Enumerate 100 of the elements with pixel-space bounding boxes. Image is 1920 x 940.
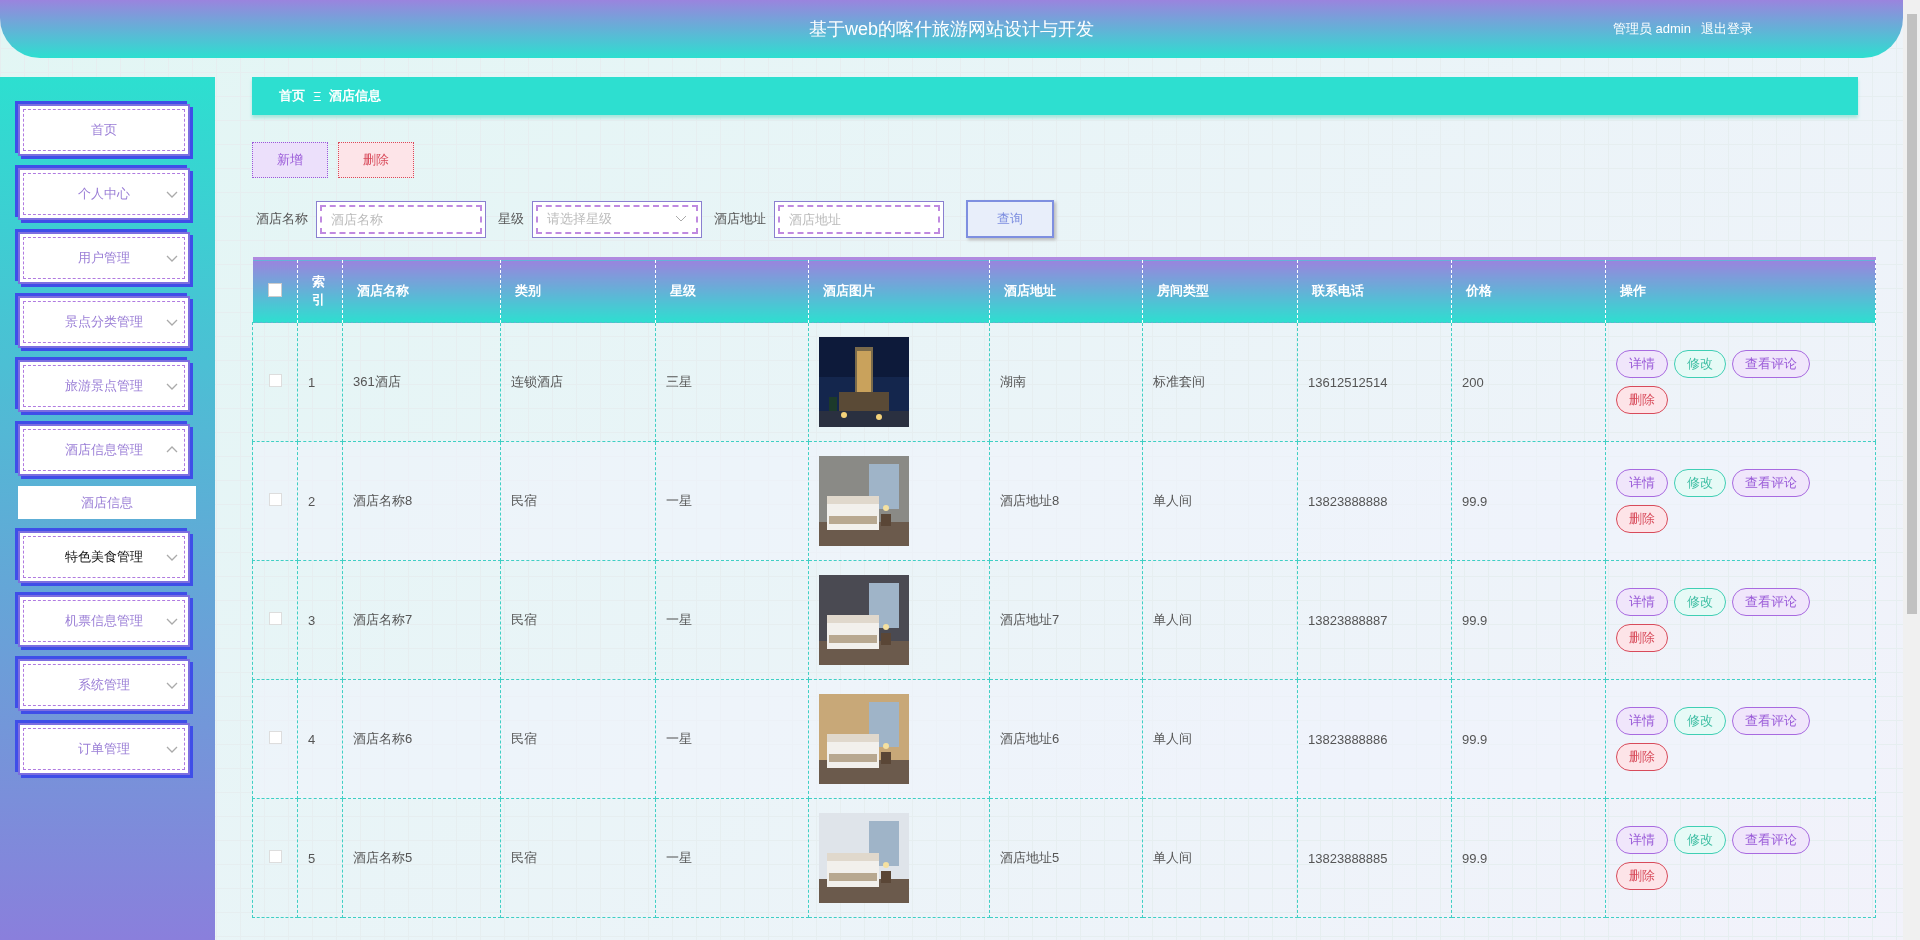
scrollbar[interactable] bbox=[1903, 0, 1920, 940]
table-cell: 99.9 bbox=[1462, 731, 1488, 747]
edit-button[interactable]: 修改 bbox=[1674, 350, 1726, 378]
column-header: 操作 bbox=[1605, 258, 1876, 323]
site-title: 基于web的喀什旅游网站设计与开发 bbox=[809, 18, 1094, 41]
table-cell: 99.9 bbox=[1462, 612, 1488, 628]
menu-item[interactable]: 系统管理 bbox=[18, 659, 190, 711]
comments-button[interactable]: 查看评论 bbox=[1732, 469, 1810, 497]
select-field[interactable]: 请选择星级 bbox=[532, 200, 702, 238]
comments-button[interactable]: 查看评论 bbox=[1732, 826, 1810, 854]
row-checkbox[interactable] bbox=[268, 374, 282, 387]
row-checkbox[interactable] bbox=[268, 850, 282, 863]
delete-button[interactable]: 删除 bbox=[338, 142, 414, 178]
row-checkbox[interactable] bbox=[268, 612, 282, 625]
table-cell: 单人间 bbox=[1153, 850, 1192, 865]
comments-button[interactable]: 查看评论 bbox=[1732, 707, 1810, 735]
column-header: 星级 bbox=[655, 258, 809, 323]
detail-button[interactable]: 详情 bbox=[1616, 350, 1668, 378]
caret-icon bbox=[675, 215, 687, 223]
menu-item[interactable]: 用户管理 bbox=[18, 232, 190, 284]
caret-icon bbox=[166, 552, 178, 562]
table-cell: 13823888888 bbox=[1308, 493, 1388, 509]
field-label: 酒店地址 bbox=[714, 210, 766, 228]
caret-icon bbox=[166, 445, 178, 455]
table-cell: 酒店名称5 bbox=[353, 850, 413, 865]
caret-icon bbox=[166, 317, 178, 327]
table-cell: 4 bbox=[308, 731, 316, 747]
menu-item[interactable]: 首页 bbox=[18, 104, 190, 156]
select-all-checkbox[interactable] bbox=[267, 282, 282, 297]
delete-button[interactable]: 删除 bbox=[1616, 862, 1668, 890]
table-cell: 1 bbox=[308, 374, 316, 390]
delete-button[interactable]: 删除 bbox=[1616, 743, 1668, 771]
edit-button[interactable]: 修改 bbox=[1674, 469, 1726, 497]
row-checkbox[interactable] bbox=[268, 731, 282, 744]
menu-item[interactable]: 个人中心 bbox=[18, 168, 190, 220]
user-label: 管理员 admin bbox=[1612, 20, 1691, 38]
column-header: 类别 bbox=[500, 258, 656, 323]
table-cell: 单人间 bbox=[1153, 612, 1192, 627]
edit-button[interactable]: 修改 bbox=[1674, 826, 1726, 854]
table-cell: 99.9 bbox=[1462, 850, 1488, 866]
field-label: 星级 bbox=[498, 210, 524, 228]
table-cell: 13612512514 bbox=[1308, 374, 1388, 390]
breadcrumb-current: 酒店信息 bbox=[329, 87, 382, 105]
submenu-item[interactable]: 酒店信息 bbox=[18, 486, 196, 519]
caret-icon bbox=[166, 616, 178, 626]
table-cell: 3 bbox=[308, 612, 316, 628]
delete-button[interactable]: 删除 bbox=[1616, 624, 1668, 652]
column-header: 酒店图片 bbox=[808, 258, 990, 323]
column-header: 索引 bbox=[297, 258, 343, 323]
input-field[interactable]: 酒店地址 bbox=[774, 200, 944, 238]
table-cell: 一星 bbox=[666, 731, 692, 746]
column-header: 酒店地址 bbox=[989, 258, 1143, 323]
detail-button[interactable]: 详情 bbox=[1616, 469, 1668, 497]
detail-button[interactable]: 详情 bbox=[1616, 826, 1668, 854]
table-cell: 标准套间 bbox=[1153, 374, 1205, 389]
delete-button[interactable]: 删除 bbox=[1616, 386, 1668, 414]
menu-item[interactable]: 酒店信息管理 bbox=[18, 424, 190, 476]
field-label: 酒店名称 bbox=[256, 210, 308, 228]
table-cell: 酒店名称8 bbox=[353, 493, 413, 508]
menu-item[interactable]: 订单管理 bbox=[18, 723, 190, 775]
table-cell: 湖南 bbox=[1000, 374, 1026, 389]
delete-button[interactable]: 删除 bbox=[1616, 505, 1668, 533]
input-field[interactable]: 酒店名称 bbox=[316, 200, 486, 238]
table-cell: 酒店地址6 bbox=[1000, 731, 1060, 746]
table-cell: 三星 bbox=[666, 374, 692, 389]
table-cell: 酒店地址8 bbox=[1000, 493, 1060, 508]
table-cell: 民宿 bbox=[511, 731, 537, 746]
edit-button[interactable]: 修改 bbox=[1674, 707, 1726, 735]
table-cell: 连锁酒店 bbox=[511, 374, 563, 389]
breadcrumb-separator: Ξ bbox=[313, 88, 322, 104]
add-button[interactable]: 新增 bbox=[252, 142, 328, 178]
comments-button[interactable]: 查看评论 bbox=[1732, 350, 1810, 378]
table-cell: 13823888887 bbox=[1308, 612, 1388, 628]
menu-item[interactable]: 特色美食管理 bbox=[18, 531, 190, 583]
search-button[interactable]: 查询 bbox=[966, 200, 1054, 238]
comments-button[interactable]: 查看评论 bbox=[1732, 588, 1810, 616]
column-header: 联系电话 bbox=[1297, 258, 1452, 323]
detail-button[interactable]: 详情 bbox=[1616, 588, 1668, 616]
menu-item[interactable]: 机票信息管理 bbox=[18, 595, 190, 647]
table-cell: 民宿 bbox=[511, 850, 537, 865]
column-header: 价格 bbox=[1451, 258, 1606, 323]
table-cell: 单人间 bbox=[1153, 493, 1192, 508]
table-cell: 单人间 bbox=[1153, 731, 1192, 746]
edit-button[interactable]: 修改 bbox=[1674, 588, 1726, 616]
detail-button[interactable]: 详情 bbox=[1616, 707, 1668, 735]
logout-link[interactable]: 退出登录 bbox=[1701, 20, 1753, 38]
table-cell: 200 bbox=[1462, 374, 1484, 390]
table-cell: 一星 bbox=[666, 850, 692, 865]
caret-icon bbox=[166, 253, 178, 263]
table-cell: 99.9 bbox=[1462, 493, 1488, 509]
menu-item[interactable]: 景点分类管理 bbox=[18, 296, 190, 348]
table-cell: 酒店地址7 bbox=[1000, 612, 1060, 627]
table-cell: 酒店名称7 bbox=[353, 612, 413, 627]
caret-icon bbox=[166, 381, 178, 391]
menu-item[interactable]: 旅游景点管理 bbox=[18, 360, 190, 412]
table-cell: 13823888885 bbox=[1308, 850, 1388, 866]
column-header: 酒店名称 bbox=[342, 258, 501, 323]
table-cell: 5 bbox=[308, 850, 316, 866]
table-cell: 民宿 bbox=[511, 612, 537, 627]
row-checkbox[interactable] bbox=[268, 493, 282, 506]
